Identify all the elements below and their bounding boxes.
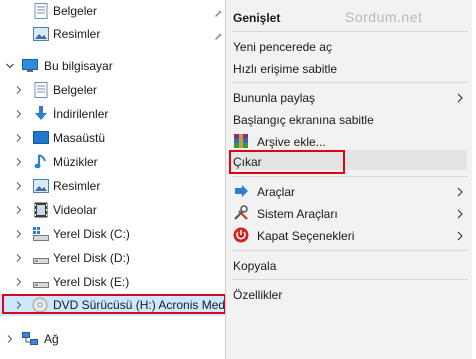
tools-arrow-icon: [233, 183, 249, 199]
tree-item-label: Bu bilgisayar: [44, 59, 113, 73]
download-icon: [33, 106, 49, 122]
chevron-right-icon: [457, 230, 463, 241]
tree-item-network[interactable]: Ağ: [0, 328, 232, 350]
chevron-right-icon[interactable]: [14, 157, 24, 167]
tree-item-label: Masaüstü: [53, 131, 106, 145]
computer-icon: [22, 58, 38, 74]
tree-item-label: Yerel Disk (D:): [53, 251, 130, 265]
chevron-right-icon[interactable]: [14, 205, 24, 215]
menu-separator: [232, 82, 468, 83]
menu-item-label: Genişlet: [233, 11, 281, 25]
winrar-icon: [233, 133, 249, 149]
watermark: Sordum.net: [345, 9, 423, 25]
chevron-right-icon[interactable]: [5, 334, 15, 344]
power-icon: [233, 227, 249, 243]
tree-item-disk-d[interactable]: Yerel Disk (D:): [0, 247, 232, 269]
menu-item-araclar[interactable]: Araçlar: [226, 180, 472, 202]
menu-item-label: Araçlar: [257, 185, 296, 199]
menu-item-yeni-pencerede-ac[interactable]: Yeni pencerede aç: [226, 35, 472, 57]
menu-item-baslangic-ekranina-sabitle[interactable]: Başlangıç ekranına sabitle: [226, 108, 472, 130]
drive-c-icon: [33, 226, 49, 242]
pictures-icon: [33, 26, 49, 42]
quick-access-item-resimler[interactable]: Resimler: [0, 23, 232, 45]
tree-item-label: Videolar: [53, 203, 97, 217]
menu-item-arsive-ekle[interactable]: Arşive ekle...: [226, 130, 472, 152]
menu-separator: [232, 279, 468, 280]
menu-item-hizli-erisime-sabitle[interactable]: Hızlı erişime sabitle: [226, 57, 472, 79]
video-icon: [33, 202, 49, 218]
document-icon: [33, 82, 49, 98]
music-icon: [33, 154, 49, 170]
tree-item-label: Ağ: [44, 332, 59, 346]
chevron-right-icon: [457, 186, 463, 197]
tree-item-disk-e[interactable]: Yerel Disk (E:): [0, 271, 232, 293]
network-icon: [22, 331, 38, 347]
tree-item-resimler[interactable]: Resimler: [0, 175, 232, 197]
tree-item-this-pc[interactable]: Bu bilgisayar: [0, 55, 232, 77]
context-menu: Genişlet Yeni pencerede aç Hızlı erişime…: [225, 0, 472, 359]
tree-item-videolar[interactable]: Videolar: [0, 199, 232, 221]
menu-item-label: Özellikler: [233, 288, 283, 302]
tree-item-disk-c[interactable]: Yerel Disk (C:): [0, 223, 232, 245]
chevron-right-icon: [457, 208, 463, 219]
navigation-pane: Belgeler Resimler Bu bilgisayar Belgeler: [0, 0, 232, 359]
chevron-down-icon[interactable]: [5, 61, 15, 71]
tree-item-masaustu[interactable]: Masaüstü: [0, 127, 232, 149]
chevron-right-icon[interactable]: [14, 253, 24, 263]
document-icon: [33, 3, 49, 19]
tree-item-label: Resimler: [53, 27, 101, 41]
drive-icon: [33, 250, 49, 266]
chevron-right-icon[interactable]: [14, 229, 24, 239]
chevron-right-icon[interactable]: [14, 109, 24, 119]
drive-icon: [33, 274, 49, 290]
menu-separator: [232, 176, 468, 177]
chevron-right-icon[interactable]: [14, 277, 24, 287]
tree-item-muzikler[interactable]: Müzikler: [0, 151, 232, 173]
tree-item-label: Belgeler: [53, 4, 98, 18]
chevron-right-icon[interactable]: [14, 133, 24, 143]
menu-item-label: Bununla paylaş: [233, 91, 316, 105]
menu-item-sistem-araclari[interactable]: Sistem Araçları: [226, 202, 472, 224]
menu-item-label: Yeni pencerede aç: [233, 40, 332, 54]
desktop-icon: [33, 130, 49, 146]
chevron-right-icon[interactable]: [14, 181, 24, 191]
pin-icon: [214, 6, 224, 17]
menu-item-label: Sistem Araçları: [257, 207, 338, 221]
tree-item-label: Yerel Disk (C:): [53, 227, 130, 241]
menu-item-kopyala[interactable]: Kopyala: [226, 254, 472, 276]
chevron-right-icon[interactable]: [14, 85, 24, 95]
cikar-highlight-outline: [229, 150, 345, 174]
menu-item-label: Hızlı erişime sabitle: [233, 62, 338, 76]
pictures-icon: [33, 178, 49, 194]
tree-item-label: Resimler: [53, 179, 101, 193]
pin-icon: [214, 29, 224, 40]
tree-item-belgeler[interactable]: Belgeler: [0, 79, 232, 101]
system-tools-icon: [233, 205, 249, 221]
menu-item-label: Arşive ekle...: [257, 135, 326, 149]
menu-item-label: Kapat Seçenekleri: [257, 229, 355, 243]
tree-item-label: Yerel Disk (E:): [53, 275, 130, 289]
menu-separator: [232, 31, 468, 32]
chevron-right-icon: [457, 92, 463, 103]
selection-outline: [2, 294, 226, 314]
menu-item-ozellikler[interactable]: Özellikler: [226, 283, 472, 305]
menu-item-kapat-secenekleri[interactable]: Kapat Seçenekleri: [226, 224, 472, 246]
menu-item-label: Kopyala: [233, 259, 277, 273]
menu-item-label: Başlangıç ekranına sabitle: [233, 113, 374, 127]
tree-item-indirilenler[interactable]: İndirilenler: [0, 103, 232, 125]
tree-item-label: Müzikler: [53, 155, 98, 169]
menu-item-bununla-paylas[interactable]: Bununla paylaş: [226, 86, 472, 108]
quick-access-item-belgeler[interactable]: Belgeler: [0, 0, 232, 22]
menu-separator: [232, 250, 468, 251]
tree-item-label: İndirilenler: [53, 107, 109, 121]
tree-item-label: Belgeler: [53, 83, 98, 97]
